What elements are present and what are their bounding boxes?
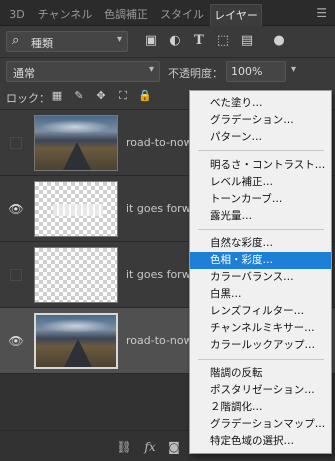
layer-thumbnail [34, 247, 118, 303]
menu-item-brightness-contrast[interactable]: 明るさ・コントラスト… [190, 157, 331, 174]
blend-row: 通常 ▾ 不透明度： 100% ▾ [0, 57, 335, 84]
filter-kind-label: 種類 [31, 37, 53, 50]
blend-mode-label: 通常 [13, 67, 35, 80]
chevron-down-icon: ▾ [148, 64, 154, 75]
panel-menu-icon[interactable]: ☰ [316, 6, 327, 20]
layer-thumbnail [34, 181, 118, 237]
chevron-down-icon[interactable]: ▾ [291, 64, 296, 75]
opacity-field[interactable]: 100% [226, 61, 286, 82]
menu-item-color-balance[interactable]: カラーバランス… [190, 269, 331, 286]
layer-thumbnail [34, 313, 118, 369]
menu-item-curves[interactable]: トーンカーブ… [190, 191, 331, 208]
layer-filter-row: ⌕ 種類 ▾ ▣ ◐ T ⬚ ▤ ● [0, 26, 335, 57]
filter-shape-icon[interactable]: ⬚ [214, 32, 232, 50]
eye-icon[interactable]: 👁 [8, 201, 24, 217]
fx-icon[interactable]: fx [142, 439, 158, 455]
chevron-down-icon: ▾ [116, 34, 122, 45]
lock-image-pixels-icon[interactable]: ✎ [72, 89, 86, 103]
tab-channels[interactable]: チャンネル [34, 4, 96, 26]
lock-label: ロック： [6, 92, 50, 105]
menu-item-color-lookup[interactable]: カラールックアップ… [190, 337, 331, 354]
tab-3d[interactable]: 3D [4, 4, 30, 26]
visibility-toggle[interactable] [10, 137, 22, 149]
filter-smart-object-icon[interactable]: ▤ [238, 32, 256, 50]
tab-layers[interactable]: レイヤー [210, 4, 262, 26]
filter-kind-select[interactable]: ⌕ 種類 ▾ [6, 31, 128, 52]
lock-transparent-pixels-icon[interactable]: ▦ [50, 89, 64, 103]
menu-item-pattern[interactable]: パターン… [190, 129, 331, 146]
menu-item-gradient[interactable]: グラデーション… [190, 112, 331, 129]
lock-position-icon[interactable]: ✥ [94, 89, 108, 103]
menu-item-hue-saturation[interactable]: 色相・彩度… [190, 252, 331, 269]
menu-item-threshold[interactable]: ２階調化… [190, 399, 331, 416]
menu-item-levels[interactable]: レベル補正… [190, 174, 331, 191]
menu-item-posterize[interactable]: ポスタリゼーション… [190, 382, 331, 399]
tab-styles[interactable]: スタイル [158, 4, 206, 26]
menu-item-vibrance[interactable]: 自然な彩度… [190, 235, 331, 252]
filter-type-icon[interactable]: T [190, 32, 208, 50]
search-icon: ⌕ [12, 33, 20, 48]
blend-mode-select[interactable]: 通常 ▾ [6, 61, 160, 82]
layer-thumbnail [34, 115, 118, 171]
menu-item-channel-mixer[interactable]: チャンネルミキサー… [190, 320, 331, 337]
menu-separator [198, 359, 324, 360]
adjustment-layer-menu: べた塗り… グラデーション… パターン… 明るさ・コントラスト… レベル補正… … [189, 90, 332, 454]
filter-adjustment-icon[interactable]: ◐ [166, 32, 184, 50]
visibility-toggle[interactable] [10, 269, 22, 281]
opacity-label: 不透明度： [168, 67, 223, 80]
menu-item-solid-color[interactable]: べた塗り… [190, 95, 331, 112]
panel-tab-bar: 3D チャンネル 色調補正 スタイル レイヤー ☰ [0, 0, 335, 26]
menu-item-exposure[interactable]: 露光量… [190, 208, 331, 225]
menu-item-selective-color[interactable]: 特定色域の選択… [190, 433, 331, 450]
add-mask-icon[interactable]: ◙ [166, 439, 182, 455]
filter-toggle-icon[interactable]: ● [270, 32, 288, 50]
menu-separator [198, 150, 324, 151]
menu-item-gradient-map[interactable]: グラデーションマップ… [190, 416, 331, 433]
link-layers-icon[interactable]: ⛓ [116, 439, 132, 455]
lock-artboard-icon[interactable]: ⛶ [116, 89, 130, 103]
menu-item-photo-filter[interactable]: レンズフィルター… [190, 303, 331, 320]
menu-separator [198, 229, 324, 230]
menu-item-invert[interactable]: 階調の反転 [190, 365, 331, 382]
menu-item-black-white[interactable]: 白黒… [190, 286, 331, 303]
eye-icon[interactable]: 👁 [8, 333, 24, 349]
filter-pixel-icon[interactable]: ▣ [142, 32, 160, 50]
tab-adjustments[interactable]: 色調補正 [98, 4, 154, 26]
lock-all-icon[interactable]: 🔒 [138, 89, 152, 103]
